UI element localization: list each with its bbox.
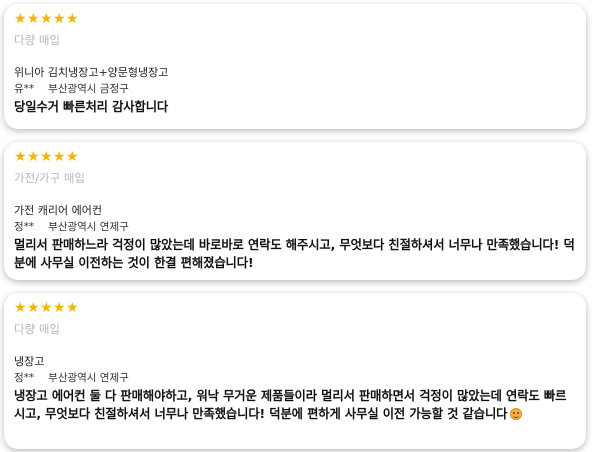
star-icon: ★ [14, 299, 27, 316]
review-card: ★ ★ ★ ★ ★ 다량 매입 위니아 김치냉장고+양문형냉장고 유** 부산광역… [4, 4, 586, 129]
review-meta: 정** 부산광역시 연제구 [14, 220, 576, 235]
star-icon: ★ [40, 148, 53, 165]
review-comment: 냉장고 에어컨 둘 다 판매해야하고, 워낙 무거운 제품들이라 멀리서 판매하… [14, 387, 576, 423]
review-comment-text: 냉장고 에어컨 둘 다 판매해야하고, 워낙 무거운 제품들이라 멀리서 판매하… [14, 389, 567, 421]
review-meta: 유** 부산광역시 금정구 [14, 82, 576, 97]
review-comment: 멀리서 판매하느라 걱정이 많았는데 바로바로 연락도 해주시고, 무엇보다 친… [14, 238, 575, 270]
review-card: ★ ★ ★ ★ ★ 다량 매입 냉장고 정** 부산광역시 연제구 냉장고 에어컨… [4, 293, 586, 449]
rating-stars: ★ ★ ★ ★ ★ [14, 12, 576, 26]
star-icon: ★ [27, 299, 40, 316]
star-icon: ★ [14, 148, 27, 165]
review-category: 다량 매입 [14, 322, 60, 336]
reviewer-region: 부산광역시 금정구 [48, 83, 129, 95]
review-meta: 정** 부산광역시 연제구 [14, 371, 576, 386]
star-icon: ★ [66, 10, 79, 27]
reviewer-name: 유** [14, 83, 35, 95]
reviewer-name: 정** [14, 221, 35, 233]
star-icon: ★ [40, 10, 53, 27]
review-product: 위니아 김치냉장고+양문형냉장고 [14, 66, 169, 79]
review-category: 가전/가구 매입 [14, 171, 86, 185]
reviewer-region: 부산광역시 연제구 [48, 372, 129, 384]
rating-stars: ★ ★ ★ ★ ★ [14, 150, 576, 164]
star-icon: ★ [14, 10, 27, 27]
star-icon: ★ [66, 299, 79, 316]
star-icon: ★ [53, 299, 66, 316]
star-icon: ★ [27, 10, 40, 27]
review-product: 냉장고 [14, 355, 45, 368]
review-card: ★ ★ ★ ★ ★ 가전/가구 매입 가전 캐리어 에어컨 정** 부산광역시 연… [4, 142, 586, 280]
star-icon: ★ [66, 148, 79, 165]
star-icon: ★ [40, 299, 53, 316]
review-comment: 당일수거 빠른처리 감사합니다 [14, 100, 169, 114]
review-list: ★ ★ ★ ★ ★ 다량 매입 위니아 김치냉장고+양문형냉장고 유** 부산광역… [0, 0, 600, 452]
reviewer-region: 부산광역시 연제구 [48, 221, 129, 233]
star-icon: ★ [53, 10, 66, 27]
star-icon: ★ [27, 148, 40, 165]
reviewer-name: 정** [14, 372, 35, 384]
smiling-face-emoji-icon [510, 408, 523, 420]
rating-stars: ★ ★ ★ ★ ★ [14, 301, 576, 315]
review-category: 다량 매입 [14, 33, 60, 47]
star-icon: ★ [53, 148, 66, 165]
review-product: 가전 캐리어 에어컨 [14, 204, 102, 217]
